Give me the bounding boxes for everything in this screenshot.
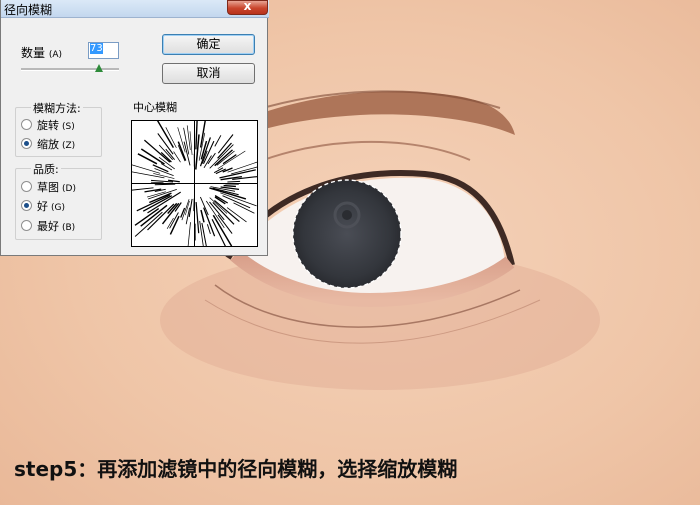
draft-key: (D) <box>62 184 76 194</box>
good-key: (G) <box>51 203 65 213</box>
dialog-titlebar[interactable]: 径向模糊 x <box>1 0 269 18</box>
blur-center-preview[interactable] <box>131 120 258 247</box>
radio-draft[interactable] <box>21 181 32 192</box>
zoom-ray <box>132 164 161 174</box>
zoom-ray <box>173 151 181 163</box>
zoom-ray <box>187 222 191 246</box>
amount-label-text: 数量 <box>21 46 46 60</box>
spin-key: (S) <box>62 122 75 132</box>
zoom-key: (Z) <box>62 141 76 151</box>
zoom-ray <box>223 184 236 188</box>
zoom-ray <box>233 202 255 214</box>
radio-spin[interactable] <box>21 119 32 130</box>
quality-title: 品质: <box>31 161 61 177</box>
amount-label: 数量 (A) <box>21 44 62 61</box>
radio-zoom-label[interactable]: 缩放 (Z) <box>37 136 75 152</box>
radio-good[interactable] <box>21 200 32 211</box>
cancel-button[interactable]: 取消 <box>162 63 255 84</box>
zoom-ray <box>207 152 216 165</box>
good-text: 好 <box>37 200 48 213</box>
radio-draft-label[interactable]: 草图 (D) <box>37 179 76 195</box>
zoom-ray <box>217 214 233 234</box>
amount-value: 73 <box>90 43 103 54</box>
amount-slider-thumb[interactable] <box>95 64 103 72</box>
amount-input[interactable]: 73 <box>88 42 119 59</box>
step-caption: step5：再添加滤镜中的径向模糊，选择缩放模糊 <box>14 457 458 481</box>
zoom-ray <box>180 207 186 218</box>
amount-slider-track[interactable] <box>21 68 119 71</box>
zoom-ray <box>132 171 165 179</box>
spin-text: 旋转 <box>37 119 59 132</box>
zoom-ray <box>137 153 158 165</box>
zoom-ray <box>214 135 222 147</box>
radio-zoom[interactable] <box>21 138 32 149</box>
zoom-ray <box>200 209 205 223</box>
best-text: 最好 <box>37 220 59 233</box>
draft-text: 草图 <box>37 181 59 194</box>
zoom-text: 缩放 <box>37 138 59 151</box>
zoom-ray <box>186 125 191 150</box>
zoom-ray <box>227 180 241 183</box>
best-key: (B) <box>62 223 76 233</box>
radio-spin-label[interactable]: 旋转 (S) <box>37 117 75 133</box>
close-icon: x <box>243 0 252 13</box>
ok-button[interactable]: 确定 <box>162 34 255 55</box>
zoom-ray <box>195 202 200 234</box>
radio-good-label[interactable]: 好 (G) <box>37 198 65 214</box>
dialog-title: 径向模糊 <box>4 3 53 17</box>
zoom-ray <box>189 131 193 156</box>
zoom-ray <box>195 121 198 150</box>
close-button[interactable]: x <box>227 0 268 15</box>
radio-best-label[interactable]: 最好 (B) <box>37 218 75 234</box>
amount-key: (A) <box>48 50 63 60</box>
radio-best[interactable] <box>21 220 32 231</box>
radial-blur-dialog: 径向模糊 x 数量 (A) 73 确定 取消 模糊方法: 旋转 (S) 缩放 (Z)… <box>0 0 269 256</box>
zoom-rays-graphic <box>132 121 257 246</box>
zoom-ray <box>154 183 176 186</box>
blur-method-title: 模糊方法: <box>31 100 83 116</box>
blur-center-label: 中心模糊 <box>133 101 177 114</box>
